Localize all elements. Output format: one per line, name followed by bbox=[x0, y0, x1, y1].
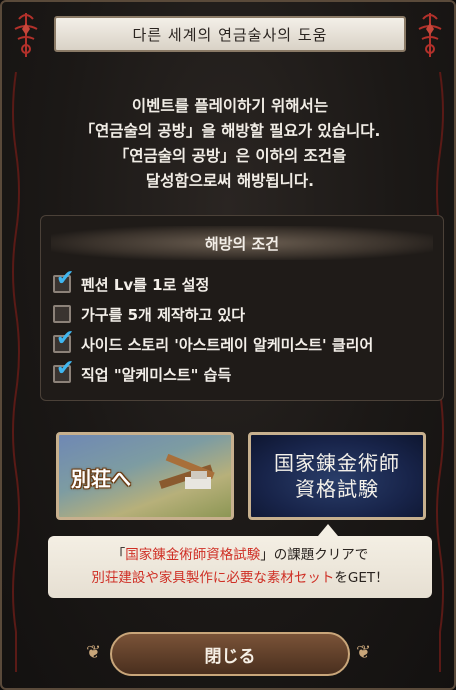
exam-reward-tooltip: 「国家錬金術師資格試験」の課題クリアで 別荘建設や家具製作に必要な素材セットをG… bbox=[48, 524, 432, 598]
checkbox-checked: ✔ bbox=[53, 328, 74, 353]
condition-item: ✔ 펜션 Lv를 1로 설정 bbox=[53, 268, 210, 296]
tooltip-text: 「 bbox=[111, 547, 126, 563]
intro-message: 이벤트를 플레이하기 위해서는 「연금술의 공방」을 해방할 필요가 있습니다.… bbox=[32, 94, 428, 194]
tooltip-highlight: 国家錬金術師資格試験 bbox=[125, 547, 261, 563]
checkbox-checked: ✔ bbox=[53, 268, 74, 293]
intro-line: 「연금술의 공방」은 이하의 조건을 bbox=[113, 147, 347, 165]
intro-line: 달성함으로써 해방됩니다. bbox=[145, 172, 315, 190]
checkmark-icon: ✔ bbox=[56, 326, 75, 351]
villa-button-label: 別荘へ bbox=[71, 467, 131, 491]
tooltip-text: をGET！ bbox=[334, 570, 389, 586]
left-vine-decoration bbox=[12, 72, 20, 672]
checkbox-checked: ✔ bbox=[53, 358, 74, 383]
lumber-illustration bbox=[159, 453, 215, 489]
condition-label: 직업 "알케미스트" 습득 bbox=[81, 365, 232, 384]
close-button-flourish-right: ❦ bbox=[356, 642, 372, 663]
condition-label: 가구를 5개 제작하고 있다 bbox=[81, 305, 246, 324]
event-unlock-dialog: 다른 세계의 연금술사의 도움 이벤트를 플레이하기 위해서는 「연금술의 공방… bbox=[0, 0, 456, 690]
conditions-header-label: 해방의 조건 bbox=[204, 234, 280, 253]
condition-item: ✔ 사이드 스토리 '아스트레이 알케미스트' 클리어 bbox=[53, 328, 374, 356]
condition-item: ✔ 직업 "알케미스트" 습득 bbox=[53, 358, 232, 386]
unlock-conditions-panel: 해방의 조건 ✔ 펜션 Lv를 1로 설정 가구를 5개 제작하고 있다 ✔ 사… bbox=[40, 215, 444, 401]
condition-label: 사이드 스토리 '아스트레이 알케미스트' 클리어 bbox=[81, 335, 374, 354]
go-to-villa-button[interactable]: 別荘へ bbox=[56, 432, 234, 520]
tooltip-line: 別荘建設や家具製作に必要な素材セットをGET！ bbox=[48, 567, 432, 590]
exam-button-line: 国家錬金術師 bbox=[274, 451, 400, 475]
conditions-header: 해방의 조건 bbox=[51, 226, 433, 260]
tooltip-line: 「国家錬金術師資格試験」の課題クリアで bbox=[48, 544, 432, 567]
flamel-ornament-icon bbox=[410, 6, 450, 64]
flamel-ornament-icon bbox=[6, 6, 46, 64]
close-button[interactable]: 閉じる bbox=[110, 632, 350, 676]
checkmark-icon: ✔ bbox=[56, 356, 75, 381]
dialog-title-bar: 다른 세계의 연금술사의 도움 bbox=[54, 16, 406, 52]
close-button-label: 閉じる bbox=[204, 646, 256, 667]
checkbox-unchecked bbox=[53, 305, 71, 323]
intro-line: 「연금술의 공방」을 해방할 필요가 있습니다. bbox=[79, 122, 381, 140]
exam-button-line: 資格試験 bbox=[295, 477, 379, 501]
tooltip-highlight: 別荘建設や家具製作に必要な素材セット bbox=[91, 570, 335, 586]
dialog-title: 다른 세계의 연금술사의 도움 bbox=[132, 25, 328, 44]
alchemist-exam-button[interactable]: 国家錬金術師 資格試験 bbox=[248, 432, 426, 520]
condition-label: 펜션 Lv를 1로 설정 bbox=[81, 275, 210, 294]
intro-line: 이벤트를 플레이하기 위해서는 bbox=[131, 97, 329, 115]
tooltip-text: 」の課題クリアで bbox=[260, 547, 369, 563]
close-button-flourish-left: ❦ bbox=[86, 642, 102, 663]
condition-item: 가구를 5개 제작하고 있다 bbox=[53, 302, 245, 326]
checkmark-icon: ✔ bbox=[56, 266, 75, 291]
